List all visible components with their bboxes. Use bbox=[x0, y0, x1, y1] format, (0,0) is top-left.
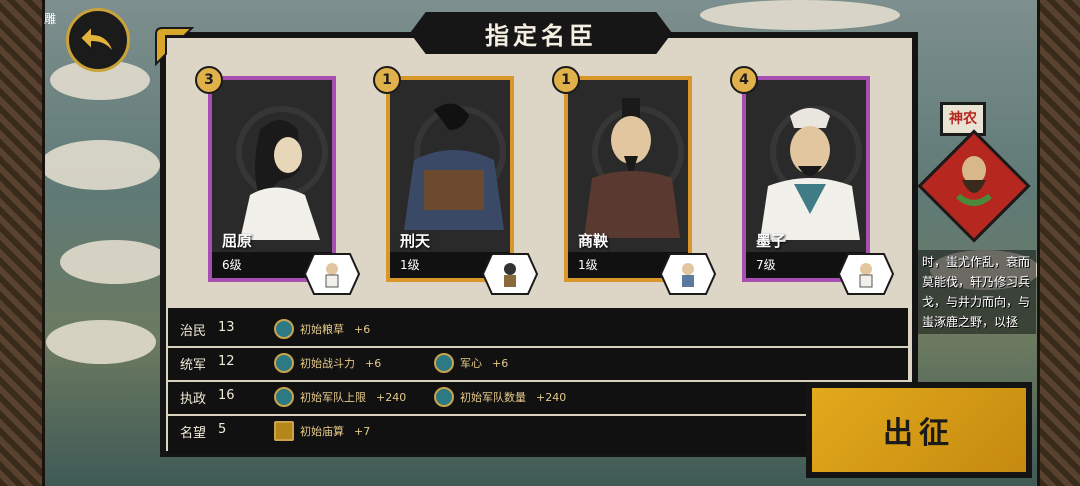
page-title-plate: 指定名臣 bbox=[410, 12, 672, 54]
card-rank-badge: 1 bbox=[373, 66, 401, 94]
cloud-decoration bbox=[40, 140, 160, 190]
portrait-shangyang-icon bbox=[584, 98, 680, 238]
stat-label: 治民 bbox=[180, 324, 207, 339]
badge-number: 4 bbox=[739, 72, 749, 88]
bonus-value: +7 bbox=[354, 424, 371, 438]
grain-icon bbox=[274, 319, 294, 339]
bonus-name: 初始军队数量 bbox=[460, 391, 526, 404]
lore-text: 时，蚩尤作乱，衰而莫能伐，轩乃修习兵戈，与井力而向，与蚩涿鹿之野，以拯 bbox=[918, 250, 1036, 334]
bonus-value: +6 bbox=[492, 356, 509, 370]
bonus-value: +6 bbox=[365, 356, 382, 370]
bonus-item[interactable]: 军心 +6 bbox=[434, 352, 508, 374]
corner-ornament-icon bbox=[155, 27, 194, 66]
stat-row-zhizheng: 执政 16 初始军队上限 +240 初始军队数量 +240 bbox=[168, 380, 908, 416]
cloud-decoration bbox=[700, 0, 900, 30]
depart-button[interactable]: 出征 bbox=[806, 382, 1032, 478]
portrait-quyuan-icon bbox=[240, 120, 320, 240]
stat-label: 统军 bbox=[180, 358, 207, 373]
depart-button-label: 出征 bbox=[883, 416, 955, 451]
bonus-item[interactable]: 初始粮草 +6 bbox=[274, 318, 370, 340]
character-sidebar: 神农 时，蚩尤作乱，衰而莫能伐，轩乃修习兵戈，与井力而向，与蚩涿鹿之野，以拯 bbox=[917, 90, 1040, 380]
bonus-name: 初始战斗力 bbox=[300, 357, 355, 370]
portrait-mozi-icon bbox=[760, 108, 860, 240]
chibi-figure-icon bbox=[482, 253, 538, 295]
stat-label: 执政 bbox=[180, 392, 207, 407]
stats-table: 治民 13 初始粮草 +6 统军 12 初始战斗力 +6 军心 +6 执政 16… bbox=[168, 308, 908, 454]
soldier-icon bbox=[434, 353, 454, 373]
fist-icon bbox=[274, 353, 294, 373]
card-rank-badge: 4 bbox=[730, 66, 758, 94]
minister-card-mozi[interactable]: 墨子 7级 bbox=[742, 76, 870, 282]
minister-card-quyuan[interactable]: 屈原 6级 bbox=[208, 76, 336, 282]
badge-number: 1 bbox=[561, 72, 571, 88]
chibi-figure-icon bbox=[304, 253, 360, 295]
bonus-name: 初始粮草 bbox=[300, 323, 344, 336]
bonus-name: 初始军队上限 bbox=[300, 391, 366, 404]
page-title: 指定名臣 bbox=[485, 21, 597, 50]
bonus-value: +6 bbox=[354, 322, 371, 336]
stat-row-mingwang: 名望 5 初始庙算 +7 bbox=[168, 414, 908, 448]
badge-number: 3 bbox=[204, 72, 214, 88]
stat-value: 12 bbox=[218, 354, 235, 369]
minister-card-shangyang[interactable]: 商鞅 1级 bbox=[564, 76, 692, 282]
corner-label: 雕 bbox=[44, 12, 57, 26]
cloud-decoration bbox=[46, 320, 156, 364]
temple-icon bbox=[274, 421, 294, 441]
card-name: 刑天 bbox=[400, 232, 431, 250]
stat-label: 名望 bbox=[180, 426, 207, 441]
soldier-icon bbox=[434, 387, 454, 407]
bonus-value: +240 bbox=[376, 390, 407, 404]
chibi-figure-icon bbox=[838, 253, 894, 295]
minister-card-xingtian[interactable]: 刑天 1级 bbox=[386, 76, 514, 282]
bonus-item[interactable]: 初始庙算 +7 bbox=[274, 420, 370, 442]
left-border-frame bbox=[0, 0, 45, 486]
right-border-frame bbox=[1037, 0, 1080, 486]
stat-value: 16 bbox=[218, 388, 235, 403]
bonus-value: +240 bbox=[536, 390, 567, 404]
card-name: 墨子 bbox=[756, 232, 787, 250]
bonus-name: 初始庙算 bbox=[300, 425, 344, 438]
back-button[interactable] bbox=[66, 8, 130, 72]
card-name: 屈原 bbox=[222, 232, 253, 250]
bonus-item[interactable]: 初始军队数量 +240 bbox=[434, 386, 566, 408]
card-name: 商鞅 bbox=[578, 232, 609, 250]
card-rank-badge: 1 bbox=[552, 66, 580, 94]
bonus-item[interactable]: 初始军队上限 +240 bbox=[274, 386, 406, 408]
stat-row-tongjun: 统军 12 初始战斗力 +6 军心 +6 bbox=[168, 346, 908, 382]
soldier-icon bbox=[274, 387, 294, 407]
stat-row-zhimin: 治民 13 初始粮草 +6 bbox=[168, 312, 908, 348]
card-rank-badge: 3 bbox=[195, 66, 223, 94]
chibi-figure-icon bbox=[660, 253, 716, 295]
portrait-xingtian-icon bbox=[404, 103, 504, 230]
bonus-item[interactable]: 初始战斗力 +6 bbox=[274, 352, 381, 374]
cloud-decoration bbox=[60, 240, 170, 284]
back-arrow-icon bbox=[78, 23, 115, 55]
badge-number: 1 bbox=[382, 72, 392, 88]
banner-flag: 神农 bbox=[940, 102, 986, 136]
shennong-portrait-icon bbox=[956, 156, 992, 206]
stat-value: 13 bbox=[218, 320, 235, 335]
bonus-name: 军心 bbox=[460, 357, 482, 370]
stat-value: 5 bbox=[218, 422, 227, 437]
